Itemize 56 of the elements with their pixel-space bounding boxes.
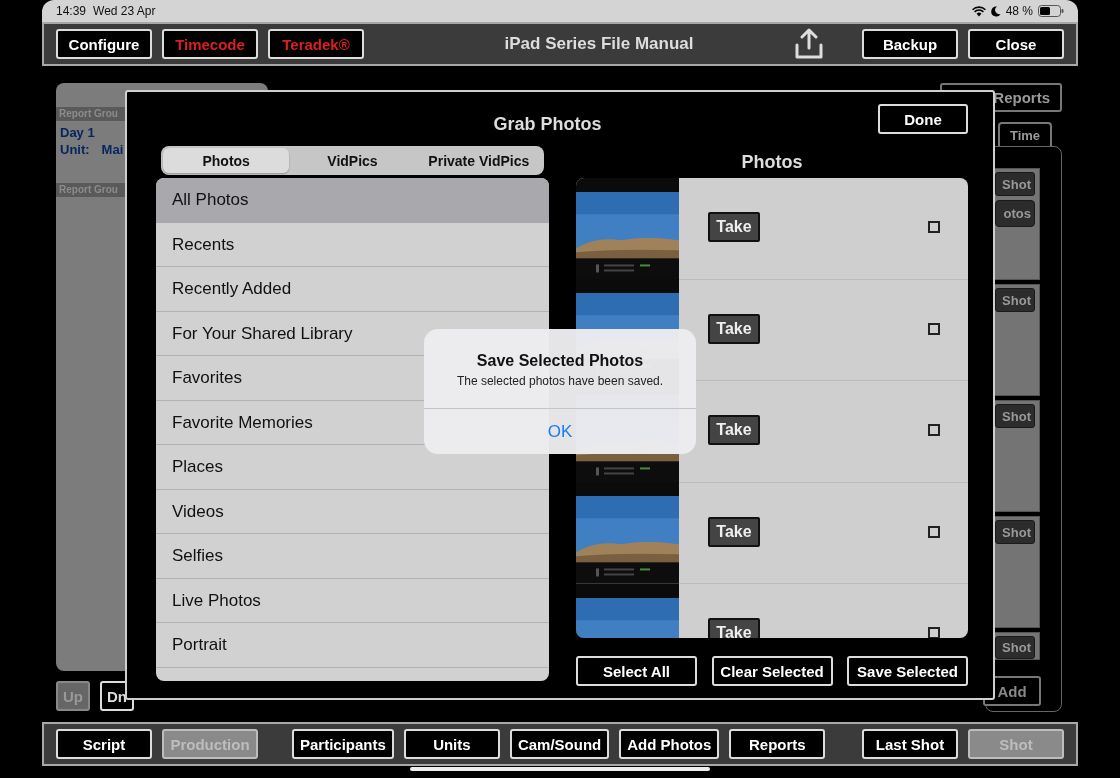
- tab-button[interactable]: Cam/Sound: [509, 729, 610, 759]
- wifi-icon: [971, 5, 986, 17]
- album-row[interactable]: Recents: [156, 222, 549, 267]
- photos-button[interactable]: otos: [995, 200, 1035, 227]
- app-title: iPad Series File Manual: [504, 34, 694, 54]
- share-icon[interactable]: [794, 28, 824, 60]
- status-date: Wed 23 Apr: [93, 4, 156, 18]
- album-row[interactable]: Live Photos: [156, 578, 549, 623]
- moon-icon: [990, 5, 1001, 17]
- action-button[interactable]: Save Selected: [847, 656, 968, 686]
- segment-tab[interactable]: VidPics: [289, 148, 416, 173]
- tab-button[interactable]: Participants: [292, 729, 394, 759]
- shot-button[interactable]: Shot: [995, 288, 1035, 312]
- tab-button[interactable]: Units: [403, 729, 500, 759]
- take-button[interactable]: Take: [708, 212, 760, 242]
- checkbox[interactable]: [928, 424, 940, 436]
- checkbox[interactable]: [928, 627, 940, 638]
- dialog-title: Grab Photos: [493, 113, 602, 135]
- album-row[interactable]: All Photos: [156, 178, 549, 223]
- status-time: 14:39: [56, 4, 87, 18]
- unit-label: Unit:: [60, 142, 90, 157]
- checkbox[interactable]: [928, 525, 940, 538]
- segment-tab[interactable]: Private VidPics: [415, 148, 542, 173]
- take-button[interactable]: Take: [708, 516, 760, 547]
- toolbar-button[interactable]: Close: [968, 29, 1064, 59]
- album-row[interactable]: Videos: [156, 489, 549, 534]
- shot-button[interactable]: Shot: [995, 636, 1035, 659]
- shot-button[interactable]: Shot: [995, 172, 1035, 196]
- time-tab[interactable]: Time: [998, 122, 1052, 146]
- shot-button[interactable]: Shot: [995, 404, 1035, 428]
- tab-button[interactable]: Last Shot: [862, 729, 958, 759]
- tab-button[interactable]: Reports: [729, 729, 826, 759]
- segment-tab[interactable]: Photos: [163, 148, 290, 173]
- take-button[interactable]: Take: [708, 415, 760, 445]
- album-row[interactable]: Recently Added: [156, 267, 549, 312]
- toolbar-button[interactable]: Teradek®: [268, 29, 364, 59]
- toolbar-button[interactable]: Configure: [56, 29, 152, 59]
- take-button[interactable]: Take: [708, 618, 760, 638]
- unit-value: Mai: [101, 142, 124, 157]
- action-button[interactable]: Select All: [576, 656, 697, 686]
- done-button[interactable]: Done: [878, 104, 968, 134]
- action-button[interactable]: Clear Selected: [711, 656, 833, 686]
- take-button[interactable]: Take: [708, 313, 760, 344]
- checkbox[interactable]: [928, 322, 940, 335]
- tab-button[interactable]: Script: [56, 729, 152, 759]
- day-label[interactable]: Day 1: [60, 125, 95, 140]
- album-row[interactable]: Portrait: [156, 623, 549, 668]
- shot-button[interactable]: Shot: [995, 520, 1035, 544]
- photos-heading: Photos: [741, 151, 803, 173]
- battery-percent: 48 %: [1005, 4, 1033, 18]
- toolbar-button[interactable]: Backup: [862, 29, 958, 59]
- tab-button[interactable]: Add Photos: [619, 729, 720, 759]
- album-row[interactable]: Selfies: [156, 534, 549, 579]
- toolbar-button[interactable]: Timecode: [162, 29, 258, 59]
- battery-icon: [1038, 5, 1064, 17]
- checkbox[interactable]: [928, 221, 940, 233]
